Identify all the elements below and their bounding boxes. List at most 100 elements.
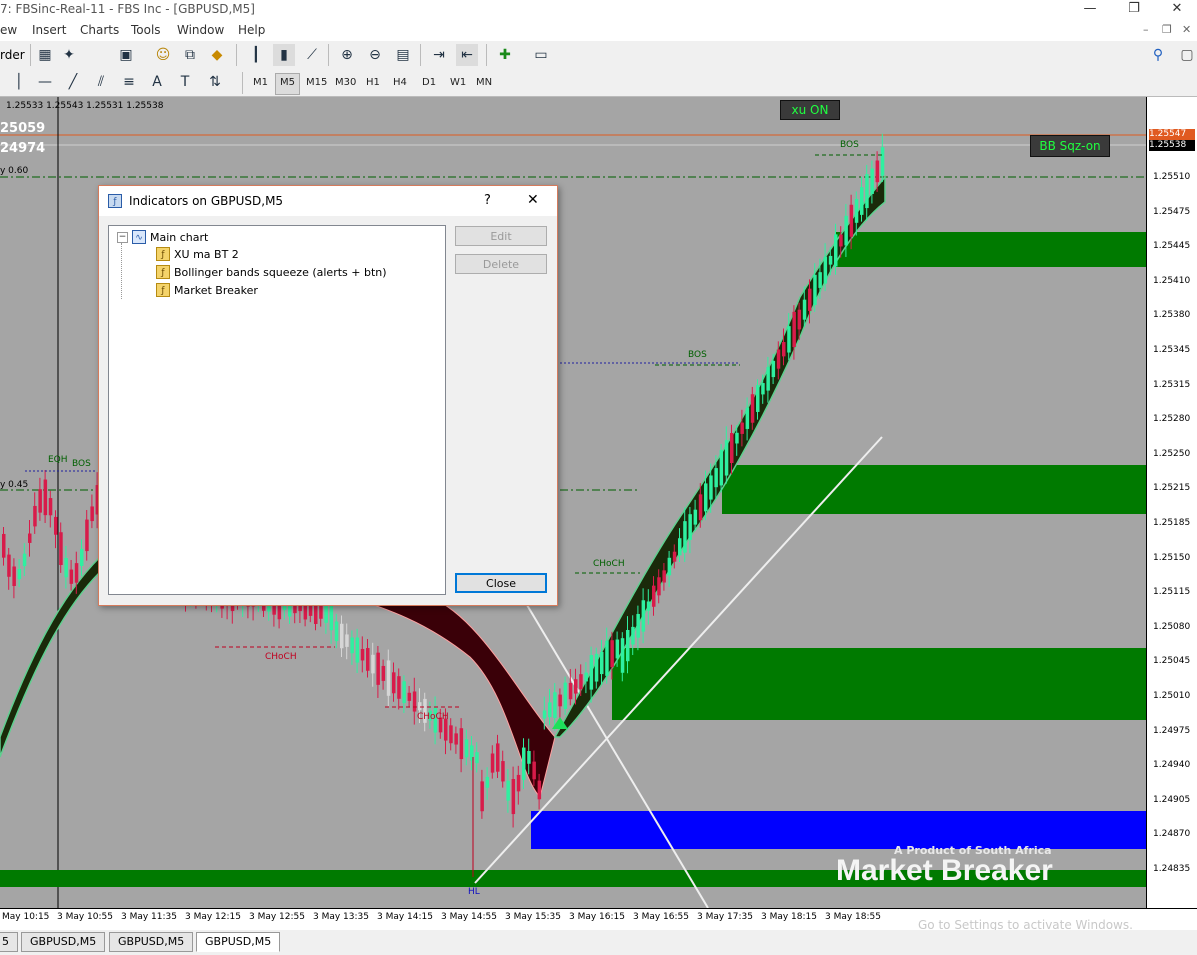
tree-item-bb-squeeze[interactable]: ƒ Bollinger bands squeeze (alerts + btn) [156, 265, 387, 279]
edit-button[interactable]: Edit [455, 226, 547, 246]
menu-charts[interactable]: Charts [80, 23, 119, 37]
chart-tabs: 5 GBPUSD,M5 GBPUSD,M5 GBPUSD,M5 [0, 930, 1197, 955]
terminal-icon[interactable]: ▣ [115, 44, 137, 66]
menu-help[interactable]: Help [238, 23, 265, 37]
tree-node-main-chart[interactable]: − ∿ Main chart [117, 230, 208, 244]
tree-item-market-breaker[interactable]: ƒ Market Breaker [156, 283, 258, 297]
time-tick-label: 3 May 17:35 [697, 912, 753, 922]
candle-body [28, 533, 32, 543]
price-tick-label: 1.25215 [1153, 483, 1191, 494]
chat-icon[interactable]: ▢ [1176, 44, 1197, 66]
candle-body [392, 672, 396, 694]
price-tick-label: 1.25445 [1153, 241, 1191, 252]
price-tick-label: 1.25150 [1153, 552, 1191, 563]
price-tick-label: 1.25045 [1153, 656, 1191, 667]
candle-body [626, 629, 630, 662]
timeframe-m15[interactable]: M15 [302, 73, 331, 93]
candle-body [59, 532, 63, 565]
time-axis[interactable]: May 10:15 3 May 10:55 3 May 11:35 3 May 12… [0, 908, 1197, 932]
price-axis[interactable]: 1.25510 1.25475 1.25445 1.25410 1.25380 1.253… [1146, 97, 1197, 908]
timeframe-m1[interactable]: M1 [249, 73, 272, 93]
data-window-icon[interactable]: ▦ [34, 44, 56, 66]
line-chart-icon[interactable]: ⟋ [301, 44, 323, 66]
eqh-label: EQH [48, 455, 68, 465]
delete-button[interactable]: Delete [455, 254, 547, 274]
vertical-line-icon[interactable]: │ [8, 71, 30, 93]
timeframe-w1[interactable]: W1 [446, 73, 470, 93]
bar-chart-icon[interactable]: ┃ [245, 44, 267, 66]
chart-shift-icon[interactable]: ⇤ [456, 44, 478, 66]
candle-body [724, 440, 729, 476]
search-icon[interactable]: ⚲ [1147, 44, 1169, 66]
candle-body [698, 494, 703, 521]
time-tick-first: May 10:15 [2, 912, 50, 922]
candle-body [350, 637, 354, 654]
text-icon[interactable]: A [146, 71, 168, 93]
text-label-icon[interactable]: T [174, 71, 196, 93]
candle-body [334, 621, 339, 642]
candle-body [407, 692, 412, 701]
bb-squeeze-button[interactable]: BB Sqz-on [1030, 135, 1110, 157]
timeframe-d1[interactable]: D1 [418, 73, 440, 93]
restore-button[interactable]: ❐ [1114, 0, 1154, 20]
price-tick-label: 1.24835 [1153, 864, 1191, 874]
auto-scroll-icon[interactable]: ⇥ [428, 44, 450, 66]
indicators-list-icon[interactable]: ✚ [494, 44, 516, 66]
close-button[interactable]: Close [455, 573, 547, 593]
horizontal-line-icon[interactable]: — [34, 71, 56, 93]
new-order-button[interactable]: rder [0, 48, 25, 62]
trendline-icon[interactable]: ╱ [62, 71, 84, 93]
chart-tab-1[interactable]: GBPUSD,M5 [21, 932, 106, 952]
time-tick-label: 3 May 11:35 [121, 912, 177, 922]
minimize-button[interactable]: — [1070, 0, 1110, 20]
timeframe-mn[interactable]: MN [472, 73, 496, 93]
mdi-minimize-button[interactable]: – [1143, 23, 1149, 36]
chart-tab-0[interactable]: 5 [0, 932, 18, 952]
timeframe-m5[interactable]: M5 [275, 73, 300, 95]
tile-windows-icon[interactable]: ▤ [392, 44, 414, 66]
menu-view[interactable]: ew [0, 23, 17, 37]
collapse-icon[interactable]: − [117, 231, 128, 243]
timeframe-m30[interactable]: M30 [331, 73, 360, 93]
arrows-icon[interactable]: ⇅ [204, 71, 226, 93]
navigator-icon[interactable]: ✦ [58, 44, 80, 66]
zoom-out-icon[interactable]: ⊖ [364, 44, 386, 66]
candle-body [412, 691, 417, 712]
menu-window[interactable]: Window [177, 23, 224, 37]
line-studies-toolbar: │ — ╱ ⫽ ≡ A T ⇅ M1 M5 M15 M30 H1 H4 D1 W… [0, 70, 1197, 97]
mdi-close-button[interactable]: ✕ [1182, 23, 1191, 36]
candle-body [527, 751, 531, 764]
experts-icon[interactable]: ☺ [152, 44, 174, 66]
price-tick-label: 1.24870 [1153, 829, 1191, 840]
new-chart-icon[interactable]: ⧉ [179, 44, 201, 66]
mdi-restore-button[interactable]: ❐ [1162, 23, 1172, 36]
candle-body [74, 563, 79, 583]
chart-tab-3[interactable]: GBPUSD,M5 [196, 932, 281, 952]
help-button[interactable]: ? [484, 193, 491, 208]
autotrading-icon[interactable]: ◆ [206, 44, 228, 66]
candle-body [522, 747, 526, 780]
menu-tools[interactable]: Tools [131, 23, 161, 37]
candlestick-chart-icon[interactable]: ▮ [273, 44, 295, 66]
candle-body [782, 342, 786, 357]
chart-tab-2[interactable]: GBPUSD,M5 [109, 932, 194, 952]
candle-body [511, 779, 516, 815]
dialog-close-x-button[interactable]: ✕ [527, 192, 539, 208]
channel-icon[interactable]: ⫽ [90, 71, 112, 93]
indicator-icon: ƒ [156, 283, 170, 297]
candle-body [418, 702, 422, 711]
zoom-in-icon[interactable]: ⊕ [336, 44, 358, 66]
xu-on-button[interactable]: xu ON [780, 100, 840, 120]
level-label-045: y 0.45 [0, 480, 29, 490]
indicator-tree[interactable]: − ∿ Main chart ƒ XU ma BT 2 ƒ Bollinger … [108, 225, 446, 595]
menu-insert[interactable]: Insert [32, 23, 66, 37]
candle-body [48, 498, 53, 516]
tree-item-xu-ma[interactable]: ƒ XU ma BT 2 [156, 247, 239, 261]
fibonacci-icon[interactable]: ≡ [118, 71, 140, 93]
candle-body [605, 640, 609, 676]
price-tick-label: 1.25250 [1153, 448, 1191, 459]
timeframe-h4[interactable]: H4 [389, 73, 411, 93]
periodicity-icon[interactable]: ▭ [530, 44, 552, 66]
timeframe-h1[interactable]: H1 [362, 73, 384, 93]
window-close-button[interactable]: ✕ [1157, 0, 1197, 20]
